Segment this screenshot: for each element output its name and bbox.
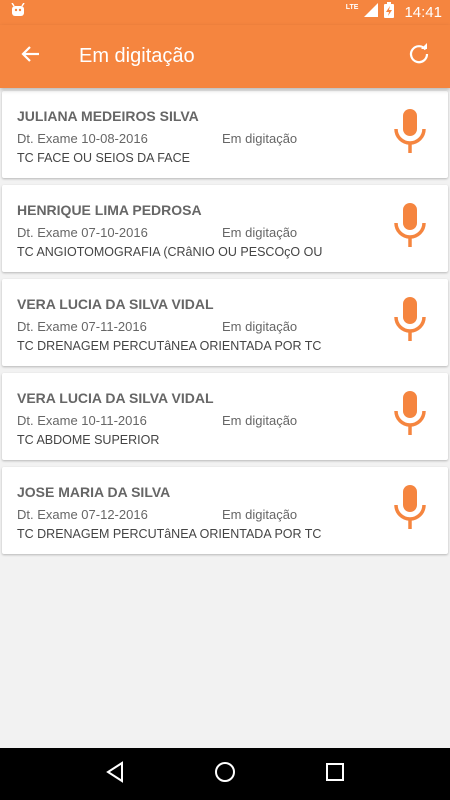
battery-charging-icon [384, 2, 395, 23]
page-title: Em digitação [79, 45, 195, 67]
record-button[interactable] [390, 108, 430, 160]
patient-name: JOSE MARIA DA SILVA [17, 484, 171, 500]
back-button[interactable] [0, 25, 62, 88]
system-nav-bar [0, 748, 450, 800]
android-notification-icon [10, 2, 26, 22]
record-button[interactable] [390, 390, 430, 442]
status-bar: LTE 14:41 [0, 0, 450, 25]
exam-date: Dt. Exame 07-11-2016 [17, 319, 147, 334]
list-item[interactable]: JOSE MARIA DA SILVA Dt. Exame 07-12-2016… [2, 467, 448, 554]
microphone-icon [393, 390, 427, 442]
lte-label: LTE [345, 4, 359, 11]
record-button[interactable] [390, 296, 430, 348]
exam-status: Em digitação [222, 319, 298, 334]
exam-description: TC DRENAGEM PERCUTâNEA ORIENTADA POR TC [17, 527, 322, 541]
microphone-icon [393, 296, 427, 348]
patient-name: VERA LUCIA DA SILVA VIDAL [17, 390, 214, 406]
list-item[interactable]: VERA LUCIA DA SILVA VIDAL Dt. Exame 10-1… [2, 373, 448, 460]
app-bar: Em digitação [0, 25, 450, 88]
microphone-icon [393, 484, 427, 536]
record-button[interactable] [390, 484, 430, 536]
microphone-icon [393, 202, 427, 254]
exam-status: Em digitação [222, 413, 298, 428]
nav-recents-button[interactable] [315, 754, 355, 794]
list-item[interactable]: HENRIQUE LIMA PEDROSA Dt. Exame 07-10-20… [2, 185, 448, 272]
exam-date: Dt. Exame 10-08-2016 [17, 131, 148, 146]
recents-square-icon [325, 762, 345, 787]
refresh-icon [408, 43, 430, 70]
exam-date: Dt. Exame 07-10-2016 [17, 225, 148, 240]
exam-status: Em digitação [222, 507, 298, 522]
status-time: 14:41 [404, 4, 442, 21]
home-circle-icon [214, 761, 236, 788]
signal-icon [364, 3, 379, 22]
exam-status: Em digitação [222, 225, 298, 240]
exam-status: Em digitação [222, 131, 298, 146]
exam-description: TC DRENAGEM PERCUTâNEA ORIENTADA POR TC [17, 339, 322, 353]
nav-home-button[interactable] [205, 754, 245, 794]
exam-description: TC ABDOME SUPERIOR [17, 433, 160, 447]
microphone-icon [393, 108, 427, 160]
back-triangle-icon [105, 760, 125, 788]
status-right: LTE 14:41 [346, 2, 442, 23]
list-item[interactable]: VERA LUCIA DA SILVA VIDAL Dt. Exame 07-1… [2, 279, 448, 366]
exam-date: Dt. Exame 07-12-2016 [17, 507, 148, 522]
patient-name: VERA LUCIA DA SILVA VIDAL [17, 296, 214, 312]
patient-name: HENRIQUE LIMA PEDROSA [17, 202, 202, 218]
list-item[interactable]: JULIANA MEDEIROS SILVA Dt. Exame 10-08-2… [2, 91, 448, 178]
arrow-back-icon [21, 44, 41, 69]
nav-back-button[interactable] [95, 754, 135, 794]
patient-name: JULIANA MEDEIROS SILVA [17, 108, 199, 124]
refresh-button[interactable] [388, 25, 450, 88]
exam-list: JULIANA MEDEIROS SILVA Dt. Exame 10-08-2… [0, 88, 450, 561]
exam-date: Dt. Exame 10-11-2016 [17, 413, 147, 428]
exam-description: TC FACE OU SEIOS DA FACE [17, 151, 190, 165]
status-left [10, 2, 26, 22]
exam-description: TC ANGIOTOMOGRAFIA (CRâNIO OU PESCOçO OU [17, 245, 323, 259]
record-button[interactable] [390, 202, 430, 254]
